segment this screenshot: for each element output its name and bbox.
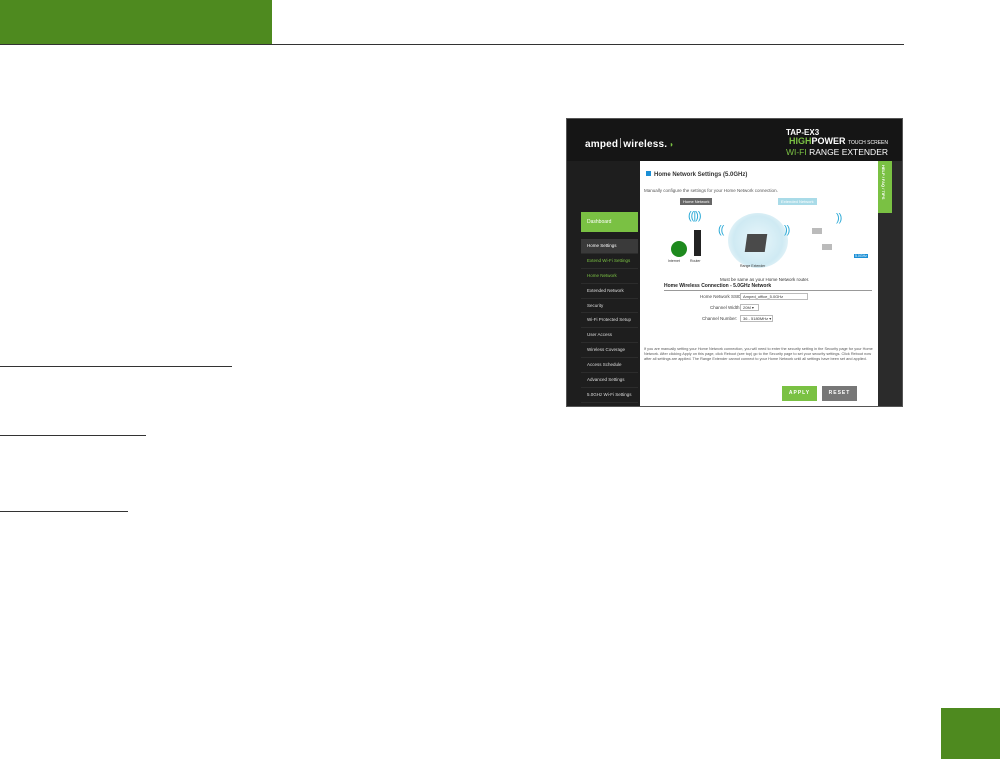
product-touchscreen: TOUCH SCREEN [848, 140, 888, 146]
page-title: Home Network Settings (5.0GHz) [646, 171, 747, 178]
page-number-tab [941, 708, 1000, 759]
screenshot-sidebar: Dashboard Home Settings Extend Wi-Fi Sett… [567, 161, 640, 406]
sidebar-item[interactable]: Home Settings [581, 239, 638, 254]
range-extender-icon [744, 234, 768, 252]
header-tab [0, 0, 272, 45]
wifi-waves-icon: (( [718, 224, 724, 236]
wifi-waves-icon: )) [784, 224, 790, 236]
help-tab-label[interactable]: HELP / FAQ / TIPS [878, 161, 892, 213]
wifi-waves-icon: )) [836, 212, 842, 224]
internet-globe-icon [671, 241, 687, 257]
sidebar-item[interactable]: Advanced Settings [581, 373, 638, 388]
router-label: Router [690, 259, 701, 263]
form-divider [664, 290, 872, 291]
brand-divider [620, 138, 622, 148]
channel-number-value: 36 - 5180MHz [743, 316, 769, 321]
swoosh-icon: ◗ [669, 140, 675, 149]
product-range-extender: RANGE EXTENDER [809, 147, 888, 157]
help-side-tab[interactable]: HELP / FAQ / TIPS [878, 161, 902, 406]
extender-label: Range Extender [740, 264, 766, 268]
header-rule [0, 44, 904, 45]
sidebar-item[interactable]: Wireless Coverage [581, 343, 638, 359]
form-note: Must be same as your Home Network router… [720, 277, 810, 282]
channel-width-label: Channel Width: [710, 305, 741, 310]
info-text: If you are manually setting your Home Ne… [644, 347, 873, 361]
product-line-2: WI-FI RANGE EXTENDER [786, 148, 888, 157]
sidebar-item[interactable]: Wi-Fi Protected Setup [581, 313, 638, 329]
chevron-down-icon: ▾ [769, 316, 772, 321]
sidebar-item[interactable]: Extended Network [581, 284, 638, 299]
product-high: HIGH [789, 136, 812, 146]
page-subtitle: Manually configure the settings for your… [644, 188, 778, 193]
extended-network-label: Extended Network [778, 198, 817, 205]
sidebar-item[interactable]: Access Schedule [581, 358, 638, 374]
ssid-input[interactable]: Amped_office_5.0GHz [740, 293, 808, 300]
help-tab-text: HELP / FAQ / TIPS [881, 165, 886, 200]
wifi-waves-icon: ((|)) [688, 210, 701, 222]
page-title-text: Home Network Settings (5.0GHz) [654, 172, 748, 178]
section-rule [0, 435, 146, 436]
brand-logo: amped wireless. ◗ [585, 138, 674, 150]
network-diagram: Home Network Extended Network ((|)) (( )… [660, 198, 870, 273]
channel-number-label: Channel Number: [702, 316, 738, 321]
channel-width-select[interactable]: 20M ▾ [740, 304, 759, 311]
product-wifi: WI-FI [785, 147, 807, 157]
reset-button[interactable]: RESET [822, 386, 857, 401]
screenshot-main: Home Network Settings (5.0GHz) Manually … [640, 161, 878, 406]
section-rule [0, 511, 128, 512]
form-heading: Home Wireless Connection - 5.0GHz Networ… [664, 283, 772, 289]
channel-width-value: 20M [743, 305, 751, 310]
sidebar-item[interactable]: Extend Wi-Fi Settings [581, 254, 638, 269]
title-marker-icon [646, 171, 651, 176]
sidebar-item-dashboard[interactable]: Dashboard [581, 212, 638, 232]
product-power: POWER [811, 136, 846, 146]
brand-name-2: wireless. [623, 139, 668, 150]
channel-number-select[interactable]: 36 - 5180MHz ▾ [740, 315, 773, 322]
sidebar-list: Home Settings Extend Wi-Fi Settings Home N… [581, 239, 638, 406]
sidebar-item[interactable]: 5.0GHz Wi-Fi Settings [581, 388, 638, 403]
internet-label: Internet [668, 259, 680, 263]
router-ui-screenshot: amped wireless. ◗ TAP-EX3 HIGHPOWER TOUCH … [566, 118, 903, 407]
sidebar-item[interactable]: User Access [581, 328, 638, 344]
laptop-icon [812, 228, 822, 234]
product-name: TAP-EX3 HIGHPOWER TOUCH SCREEN WI-FI RAN… [786, 128, 888, 157]
chevron-down-icon: ▾ [751, 305, 754, 310]
ssid-label: Home Network SSID: [700, 294, 743, 299]
section-rule [0, 366, 232, 367]
sidebar-item[interactable]: USB Storage [581, 403, 638, 406]
apply-button[interactable]: APPLY [782, 386, 817, 401]
router-icon [694, 230, 701, 256]
laptop-icon [822, 244, 832, 250]
home-network-label: Home Network [680, 198, 713, 205]
band-badge: 5.0GHz [854, 254, 868, 258]
brand-name: amped [585, 139, 619, 150]
sidebar-item[interactable]: Home Network [581, 269, 638, 284]
screenshot-header: amped wireless. ◗ TAP-EX3 HIGHPOWER TOUCH … [567, 119, 902, 161]
sidebar-item[interactable]: Security [581, 299, 638, 314]
